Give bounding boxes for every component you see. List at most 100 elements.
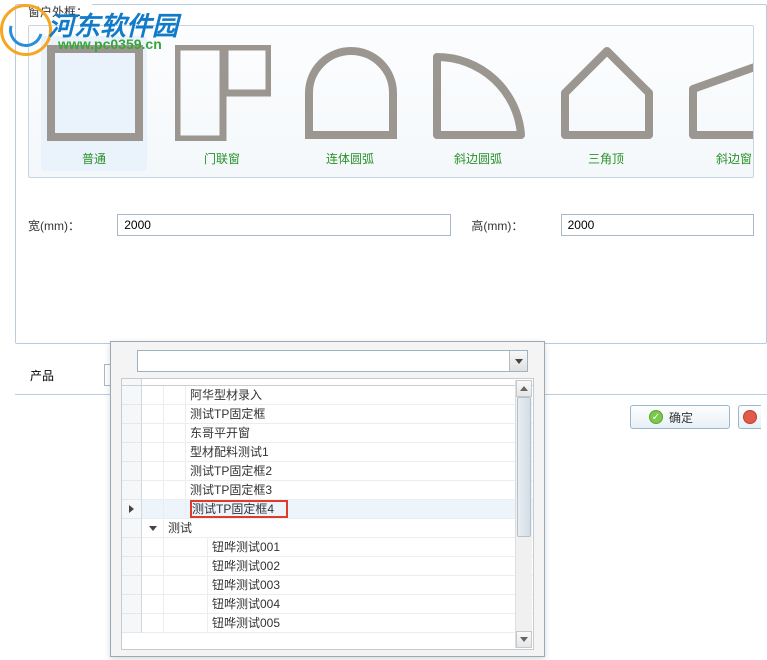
shape-label: 三角顶 — [557, 150, 655, 167]
indent-spacer — [164, 405, 186, 424]
row-header — [122, 443, 142, 462]
shape-label: 门联窗 — [173, 150, 271, 167]
list-item[interactable]: 测试TP固定框3 — [122, 481, 533, 500]
shape-item[interactable]: 斜边窗 — [681, 36, 754, 171]
list-item-label: 测试TP固定框4 — [186, 500, 533, 519]
dropdown-search-button[interactable] — [509, 351, 527, 371]
row-header — [122, 481, 142, 500]
indent-spacer — [164, 576, 208, 595]
row-header — [122, 424, 142, 443]
width-input[interactable] — [117, 214, 451, 236]
indent-spacer — [164, 614, 208, 633]
list-item[interactable]: 测试TP固定框2 — [122, 462, 533, 481]
scroll-down-button[interactable] — [516, 631, 532, 648]
shape-label: 普通 — [45, 150, 143, 167]
section-title: 窗户外框： — [24, 3, 92, 20]
row-header — [122, 386, 142, 405]
shape-thumb — [173, 40, 273, 146]
dropdown-search-row — [137, 350, 528, 372]
dropdown-search-combo[interactable] — [137, 350, 528, 372]
shape-item[interactable]: 普通 — [41, 36, 147, 171]
row-header — [122, 614, 142, 633]
list-item[interactable]: 测试TP固定框4 — [122, 500, 533, 519]
check-icon: ✓ — [649, 410, 663, 424]
shape-item[interactable]: 门联窗 — [169, 36, 275, 171]
shape-item[interactable]: 连体圆弧 — [297, 36, 403, 171]
list-item-label: 钮哗测试005 — [208, 614, 533, 633]
row-header — [122, 557, 142, 576]
indent-spacer — [142, 538, 164, 557]
list-item[interactable]: 型材配料测试1 — [122, 443, 533, 462]
list-item[interactable]: 东哥平开窗 — [122, 424, 533, 443]
height-label: 高(mm)： — [471, 217, 546, 234]
indent-spacer — [142, 557, 164, 576]
cancel-button-partial[interactable] — [738, 405, 761, 429]
list-item-label: 阿华型材录入 — [186, 386, 533, 405]
shape-item[interactable]: 三角顶 — [553, 36, 659, 171]
dropdown-grid-body: 阿华型材录入测试TP固定框东哥平开窗型材配料测试1测试TP固定框2测试TP固定框… — [122, 379, 533, 649]
row-header — [122, 519, 142, 538]
shape-item[interactable]: 斜边圆弧 — [425, 36, 531, 171]
list-item[interactable]: 测试 — [122, 519, 533, 538]
vertical-scrollbar[interactable] — [515, 380, 532, 648]
ok-button[interactable]: ✓ 确定 — [630, 405, 730, 429]
row-header — [122, 405, 142, 424]
shape-label: 斜边窗 — [685, 150, 754, 167]
shape-label: 连体圆弧 — [301, 150, 399, 167]
dimensions-row: 宽(mm)： 高(mm)： — [28, 214, 754, 236]
list-item[interactable]: 钮哗测试003 — [122, 576, 533, 595]
indent-spacer — [142, 424, 164, 443]
indent-spacer — [164, 595, 208, 614]
chevron-up-icon — [520, 386, 528, 391]
list-item-label: 钮哗测试001 — [208, 538, 533, 557]
highlighted-redbox: 测试TP固定框4 — [190, 500, 288, 518]
list-item-label: 钮哗测试002 — [208, 557, 533, 576]
product-dropdown: 阿华型材录入测试TP固定框东哥平开窗型材配料测试1测试TP固定框2测试TP固定框… — [110, 341, 545, 657]
list-item-label: 测试TP固定框 — [186, 405, 533, 424]
expander[interactable] — [142, 519, 164, 538]
list-item[interactable]: 测试TP固定框 — [122, 405, 533, 424]
indent-spacer — [142, 386, 164, 405]
indent-spacer — [142, 443, 164, 462]
indent-spacer — [164, 443, 186, 462]
ok-button-label: 确定 — [669, 409, 693, 426]
scrollbar-track[interactable] — [516, 397, 532, 631]
close-icon — [743, 410, 757, 424]
product-label: 产品 — [30, 367, 90, 384]
list-item-label: 钮哗测试003 — [208, 576, 533, 595]
indent-spacer — [164, 538, 208, 557]
list-item[interactable]: 钮哗测试002 — [122, 557, 533, 576]
shape-thumb — [557, 40, 657, 146]
list-item[interactable]: 钮哗测试001 — [122, 538, 533, 557]
list-item[interactable]: 阿华型材录入 — [122, 386, 533, 405]
shape-label: 斜边圆弧 — [429, 150, 527, 167]
shape-gallery: 普通 门联窗 连体圆弧 斜边圆弧 三角顶 斜边窗 — [28, 25, 754, 178]
list-item[interactable]: 钮哗测试004 — [122, 595, 533, 614]
indent-spacer — [164, 481, 186, 500]
scroll-up-button[interactable] — [516, 380, 532, 397]
indent-spacer — [164, 500, 186, 519]
indent-spacer — [142, 481, 164, 500]
height-input[interactable] — [561, 214, 754, 236]
indent-spacer — [142, 405, 164, 424]
shape-thumb — [429, 40, 529, 146]
list-item-label: 测试TP固定框3 — [186, 481, 533, 500]
chevron-down-icon — [520, 637, 528, 642]
indent-spacer — [164, 386, 186, 405]
row-header — [122, 538, 142, 557]
width-label: 宽(mm)： — [28, 217, 103, 234]
indent-spacer — [142, 595, 164, 614]
list-item[interactable]: 钮哗测试005 — [122, 614, 533, 633]
indent-spacer — [142, 614, 164, 633]
indent-spacer — [142, 500, 164, 519]
indent-spacer — [142, 462, 164, 481]
scrollbar-thumb[interactable] — [517, 397, 531, 537]
list-item-label: 型材配料测试1 — [186, 443, 533, 462]
shape-thumb — [301, 40, 401, 146]
indent-spacer — [164, 462, 186, 481]
indent-spacer — [142, 576, 164, 595]
row-header — [122, 595, 142, 614]
indent-spacer — [164, 424, 186, 443]
list-item-label: 东哥平开窗 — [186, 424, 533, 443]
chevron-down-icon — [515, 359, 523, 364]
